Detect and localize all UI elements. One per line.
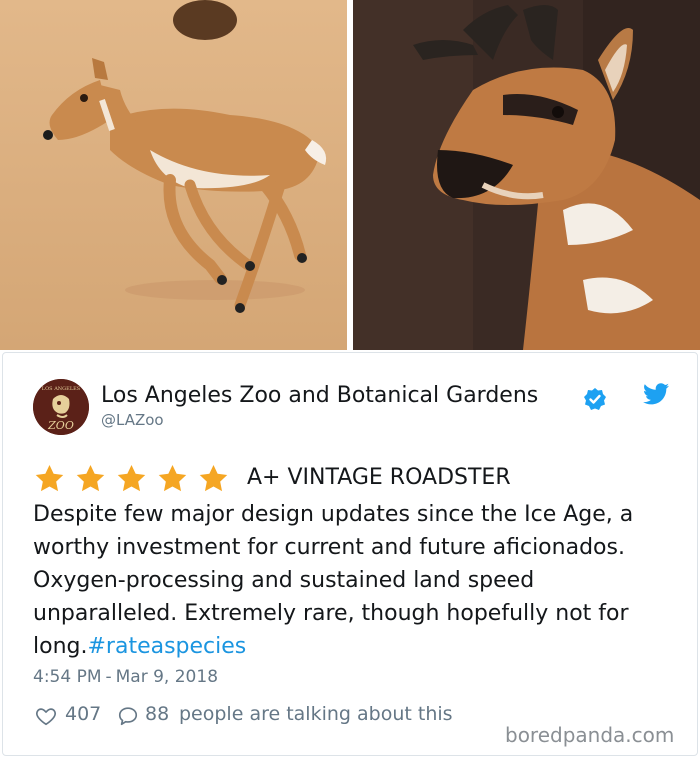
reply-bubble-icon[interactable] — [117, 705, 139, 727]
verified-badge-icon — [583, 387, 607, 411]
hashtag-link[interactable]: #rateaspecies — [87, 634, 246, 659]
star-icon — [158, 465, 187, 492]
running-pronghorn-photo[interactable] — [0, 0, 347, 350]
twitter-bird-icon[interactable] — [643, 383, 669, 405]
photo-grid — [0, 0, 700, 350]
talking-about-text[interactable]: people are talking about this — [179, 703, 453, 725]
like-count: 407 — [65, 703, 102, 725]
boredpanda-watermark: boredpanda.com — [505, 723, 675, 747]
avatar-top-text: LOS ANGELES — [42, 386, 81, 392]
avatar-bottom-text: ZOO — [47, 419, 74, 432]
zoo-logo-icon: LOS ANGELES ZOO — [33, 379, 89, 435]
reply-count: 88 — [145, 703, 170, 725]
account-handle[interactable]: @LAZoo — [101, 411, 164, 429]
tweet-date: Mar 9, 2018 — [115, 667, 219, 687]
pronghorn-portrait-photo[interactable] — [353, 0, 700, 350]
timestamp-separator: - — [105, 667, 112, 687]
star-icon — [35, 465, 64, 492]
star-icon — [76, 465, 105, 492]
account-name[interactable]: Los Angeles Zoo and Botanical Gardens — [101, 383, 538, 408]
star-icon — [199, 465, 228, 492]
heart-icon[interactable] — [35, 705, 57, 727]
review-headline: A+ VINTAGE ROADSTER — [247, 465, 511, 490]
star-icon — [117, 465, 146, 492]
tweet-body: Despite few major design updates since t… — [33, 498, 683, 663]
tweet-card: LOS ANGELES ZOO Los Angeles Zoo and Bota… — [2, 352, 698, 756]
tweet-time: 4:54 PM — [33, 667, 102, 687]
tweet-timestamp[interactable]: 4:54 PM - Mar 9, 2018 — [33, 667, 218, 687]
lazoo-avatar[interactable]: LOS ANGELES ZOO — [33, 379, 89, 435]
